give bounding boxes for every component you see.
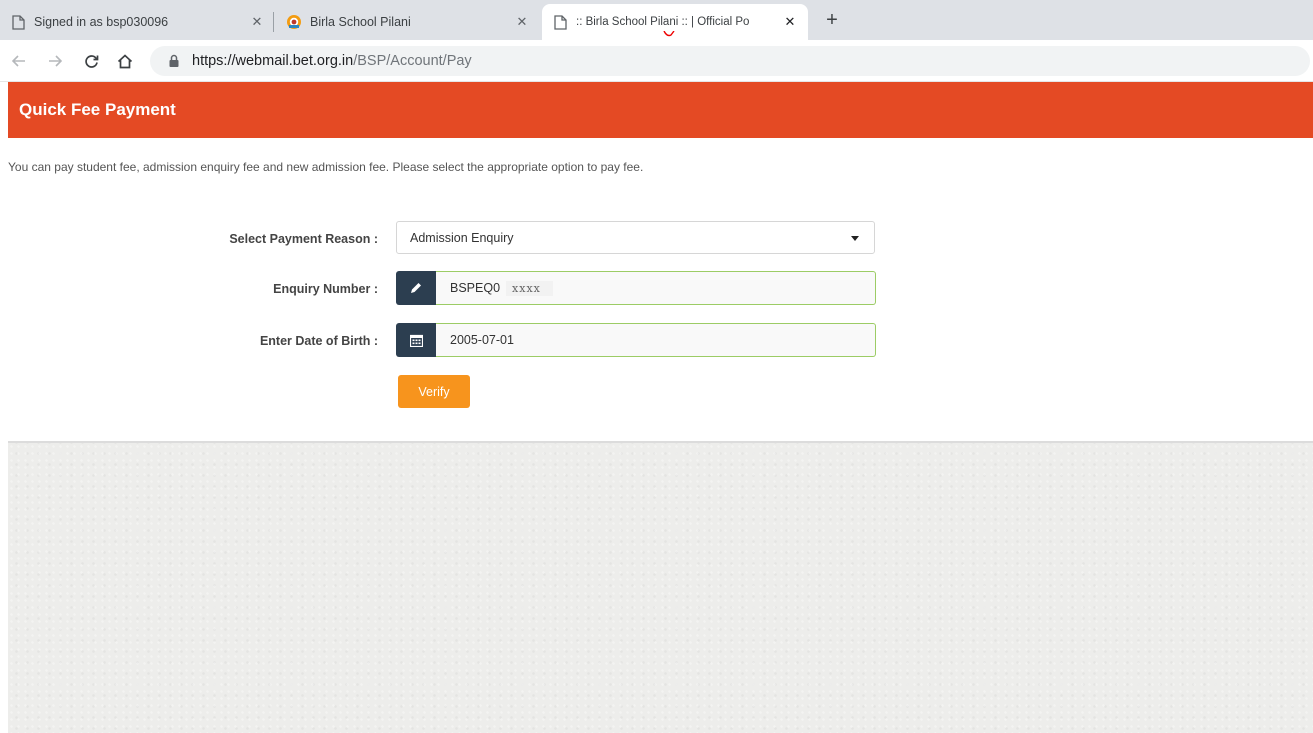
dob-value: 2005-07-01 [450, 333, 514, 347]
enquiry-number-row: Enquiry Number : BSPEQ0 xxxx [8, 271, 878, 307]
tab-signed-in[interactable]: Signed in as bsp030096 ✕ [0, 4, 275, 40]
new-tab-button[interactable]: + [822, 9, 842, 31]
caret-down-icon [851, 236, 859, 241]
close-tab-icon[interactable]: ✕ [249, 14, 265, 30]
url-path: /BSP/Account/Pay [353, 53, 472, 69]
verify-button[interactable]: Verify [398, 375, 470, 408]
page-icon [10, 14, 26, 30]
address-bar[interactable]: https://webmail.bet.org.in/BSP/Account/P… [150, 46, 1310, 76]
forward-button[interactable] [44, 50, 66, 72]
home-button[interactable] [114, 50, 136, 72]
payment-reason-label: Select Payment Reason : [229, 232, 378, 246]
dob-label: Enter Date of Birth : [259, 334, 378, 348]
enquiry-number-value: BSPEQ0 [450, 281, 501, 295]
intro-text: You can pay student fee, admission enqui… [8, 160, 644, 174]
tab-separator [273, 12, 274, 32]
arrow-left-icon [12, 55, 25, 67]
enquiry-number-input[interactable]: BSPEQ0 xxxx [436, 271, 876, 305]
close-tab-icon[interactable]: ✕ [782, 14, 798, 30]
enquiry-number-group: BSPEQ0 xxxx [396, 271, 876, 305]
back-button[interactable] [8, 50, 30, 72]
tab-label: Signed in as bsp030096 [34, 15, 169, 29]
arrow-right-icon [49, 55, 62, 67]
dob-group: 2005-07-01 [396, 323, 876, 357]
url-host: https://webmail.bet.org.in [192, 53, 354, 69]
reload-button[interactable] [80, 50, 102, 72]
browser-toolbar: https://webmail.bet.org.in/BSP/Account/P… [0, 40, 1313, 82]
dob-input[interactable]: 2005-07-01 [436, 323, 876, 357]
tab-birla-school[interactable]: Birla School Pilani ✕ [276, 4, 540, 40]
redacted-text: xxxx [506, 280, 553, 296]
payment-reason-value: Admission Enquiry [410, 230, 514, 245]
page-header-bar: Quick Fee Payment [8, 82, 1313, 138]
browser-tab-strip: Signed in as bsp030096 ✕ Birla School Pi… [0, 0, 1313, 40]
lock-icon [168, 54, 182, 68]
payment-reason-select[interactable]: Admission Enquiry [396, 221, 875, 254]
dob-row: Enter Date of Birth : 2005-07-01 [8, 323, 878, 359]
reload-icon [84, 54, 98, 68]
home-icon [117, 53, 133, 68]
school-logo-icon [286, 14, 302, 30]
page-icon [552, 14, 568, 30]
tab-label: Birla School Pilani [310, 15, 411, 29]
calendar-icon[interactable] [396, 323, 436, 357]
textured-footer-area [8, 441, 1313, 733]
pencil-icon [396, 271, 436, 305]
close-tab-icon[interactable]: ✕ [514, 14, 530, 30]
enquiry-number-label: Enquiry Number : [273, 282, 378, 296]
payment-reason-row: Select Payment Reason : Admission Enquir… [8, 221, 878, 257]
page-title: Quick Fee Payment [19, 100, 176, 119]
